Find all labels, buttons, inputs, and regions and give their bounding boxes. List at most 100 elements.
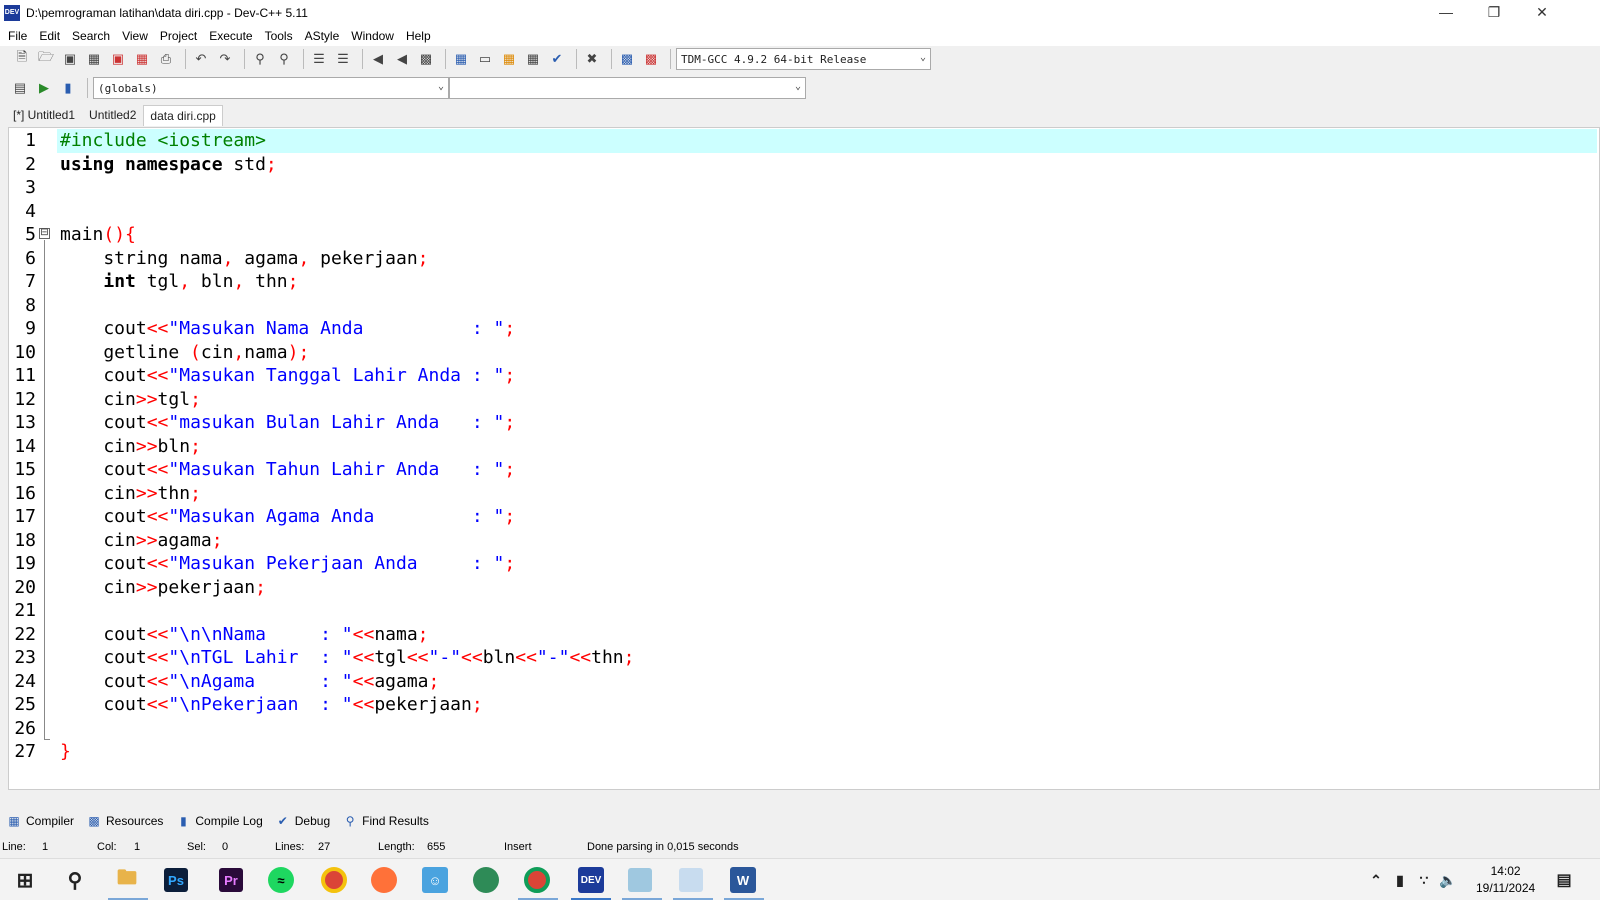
indent-icon[interactable]: ☰ bbox=[309, 49, 329, 69]
wifi-icon[interactable]: ∵ bbox=[1414, 865, 1434, 895]
stop-execution-icon[interactable]: ✖ bbox=[582, 49, 602, 69]
line-number: 4 bbox=[25, 200, 36, 222]
drive-icon[interactable] bbox=[679, 868, 703, 892]
menu-help[interactable]: Help bbox=[400, 29, 437, 43]
fold-toggle-icon[interactable]: ⊟ bbox=[39, 228, 50, 239]
line-number: 20 bbox=[14, 576, 36, 598]
print-icon[interactable]: ⎙ bbox=[156, 49, 176, 69]
open-file-icon[interactable]: 🗁 bbox=[36, 49, 56, 69]
rebuild-all-icon[interactable]: ▦ bbox=[523, 49, 543, 69]
close-icon[interactable]: ✕ bbox=[1518, 0, 1566, 26]
chrome-user-icon[interactable] bbox=[524, 867, 550, 893]
tab-find-results[interactable]: ⚲ Find Results bbox=[342, 813, 429, 829]
insert-icon[interactable]: ▤ bbox=[10, 78, 30, 98]
menu-edit[interactable]: Edit bbox=[33, 29, 66, 43]
profile-icon[interactable]: ▩ bbox=[617, 49, 637, 69]
tab-compiler[interactable]: ▦ Compiler bbox=[6, 813, 74, 829]
code-line: cout<<"Masukan Pekerjaan Anda : "; bbox=[60, 553, 516, 574]
close-all-icon[interactable]: ▦ bbox=[132, 49, 152, 69]
tab-find-results-label: Find Results bbox=[362, 814, 429, 828]
chevron-up-icon[interactable]: ⌃ bbox=[1366, 865, 1386, 895]
menu-tools[interactable]: Tools bbox=[259, 29, 299, 43]
unindent-icon[interactable]: ☰ bbox=[333, 49, 353, 69]
file-explorer-icon[interactable]: 🖿 bbox=[112, 865, 142, 895]
syntax-check-icon[interactable]: ✔ bbox=[547, 49, 567, 69]
compiler-select[interactable]: TDM-GCC 4.9.2 64-bit Release ⌄ bbox=[676, 48, 931, 70]
fold-line-end bbox=[44, 739, 50, 740]
toolbar-divider bbox=[670, 49, 671, 69]
toggle-comment-icon[interactable]: ▩ bbox=[416, 49, 436, 69]
code-line: } bbox=[60, 740, 71, 762]
new-file-icon[interactable]: 🗎 bbox=[12, 49, 32, 69]
toolbar-divider bbox=[611, 49, 612, 69]
qq-icon[interactable]: ☺ bbox=[422, 867, 448, 893]
chevron-down-icon: ⌄ bbox=[919, 52, 926, 63]
save-icon[interactable]: ▣ bbox=[60, 49, 80, 69]
menu-file[interactable]: File bbox=[0, 29, 33, 43]
restore-icon[interactable]: ❐ bbox=[1470, 0, 1518, 26]
tab-debug[interactable]: ✔ Debug bbox=[275, 813, 330, 829]
menu-view[interactable]: View bbox=[116, 29, 154, 43]
tab-resources[interactable]: ▩ Resources bbox=[86, 813, 163, 829]
tab-compile-log[interactable]: ▮ Compile Log bbox=[175, 813, 263, 829]
member-select[interactable]: ⌄ bbox=[449, 77, 806, 99]
find-icon[interactable]: ⚲ bbox=[250, 49, 270, 69]
scope-select[interactable]: (globals) ⌄ bbox=[93, 77, 449, 99]
clock[interactable]: 14:02 19/11/2024 bbox=[1476, 863, 1535, 897]
code-line: main(){ bbox=[60, 224, 136, 245]
tab-untitled1[interactable]: [*] Untitled1 bbox=[6, 104, 83, 126]
status-bar: Line: 1 Col: 1 Sel: 0 Lines: 27 Length: … bbox=[0, 838, 1600, 858]
redo-icon[interactable]: ↷ bbox=[215, 49, 235, 69]
line-number: 27 bbox=[14, 741, 36, 762]
editor-tabs: [*] Untitled1 Untitled2 data diri.cpp bbox=[6, 104, 223, 126]
chrome-icon[interactable] bbox=[321, 867, 347, 893]
delete-profile-icon[interactable]: ▩ bbox=[641, 49, 661, 69]
bookmark-next-icon[interactable]: ◀ bbox=[392, 49, 412, 69]
photoshop-icon[interactable]: Ps bbox=[164, 868, 188, 892]
notes-icon[interactable] bbox=[628, 868, 652, 892]
notification-icon[interactable]: ▤ bbox=[1552, 865, 1576, 895]
window-title: D:\pemrograman latihan\data diri.cpp - D… bbox=[26, 6, 308, 20]
code-editor[interactable]: 1 2 3 4 5 6 7 8 9 10 11 12 13 14 15 16 17 18 19 20 21 22 23 24 2… bbox=[8, 127, 1600, 790]
code-line: cout<<"\n\nNama : "<<nama; bbox=[60, 623, 429, 645]
status-col-label: Col: bbox=[97, 841, 117, 853]
code-line: string nama, agama, pekerjaan; bbox=[60, 247, 429, 269]
toolbar-divider bbox=[303, 49, 304, 69]
toolbar-divider bbox=[185, 49, 186, 69]
code-line: cout<<"\nTGL Lahir : "<<tgl<<"-"<<bln<<"… bbox=[60, 647, 635, 668]
menu-search[interactable]: Search bbox=[66, 29, 116, 43]
compile-run-icon[interactable]: ▦ bbox=[499, 49, 519, 69]
line-number: 1 bbox=[25, 130, 36, 151]
volume-icon[interactable]: 🔈 bbox=[1438, 865, 1458, 895]
line-number: 7 bbox=[25, 271, 36, 292]
bookmark-prev-icon[interactable]: ◀ bbox=[368, 49, 388, 69]
run-icon[interactable]: ▭ bbox=[475, 49, 495, 69]
line-number: 23 bbox=[14, 647, 36, 668]
compile-icon[interactable]: ▦ bbox=[451, 49, 471, 69]
goto-icon[interactable]: ▶ bbox=[34, 78, 54, 98]
menu-astyle[interactable]: AStyle bbox=[299, 29, 346, 43]
save-all-icon[interactable]: ▦ bbox=[84, 49, 104, 69]
word-icon[interactable]: W bbox=[730, 867, 756, 893]
menu-window[interactable]: Window bbox=[345, 29, 400, 43]
search-icon[interactable]: ⚲ bbox=[60, 865, 90, 895]
fold-line bbox=[44, 240, 45, 739]
menu-project[interactable]: Project bbox=[154, 29, 203, 43]
battery-icon[interactable]: ▮ bbox=[1390, 865, 1410, 895]
status-mode: Insert bbox=[504, 841, 532, 853]
spotify-icon[interactable]: ≈ bbox=[268, 867, 294, 893]
tab-untitled2[interactable]: Untitled2 bbox=[82, 104, 144, 126]
minimize-icon[interactable]: — bbox=[1422, 0, 1470, 26]
replace-icon[interactable]: ⚲ bbox=[274, 49, 294, 69]
earth-icon[interactable] bbox=[473, 867, 499, 893]
grid-icon: ▦ bbox=[8, 814, 20, 828]
premiere-icon[interactable]: Pr bbox=[219, 868, 243, 892]
tab-data-diri[interactable]: data diri.cpp bbox=[143, 105, 223, 126]
menu-execute[interactable]: Execute bbox=[203, 29, 258, 43]
bookmark-icon[interactable]: ▮ bbox=[58, 78, 78, 98]
undo-icon[interactable]: ↶ bbox=[191, 49, 211, 69]
firefox-icon[interactable] bbox=[371, 867, 397, 893]
close-file-icon[interactable]: ▣ bbox=[108, 49, 128, 69]
windows-start-icon[interactable]: ⊞ bbox=[10, 865, 40, 895]
devcpp-icon[interactable]: DEV bbox=[578, 867, 604, 893]
